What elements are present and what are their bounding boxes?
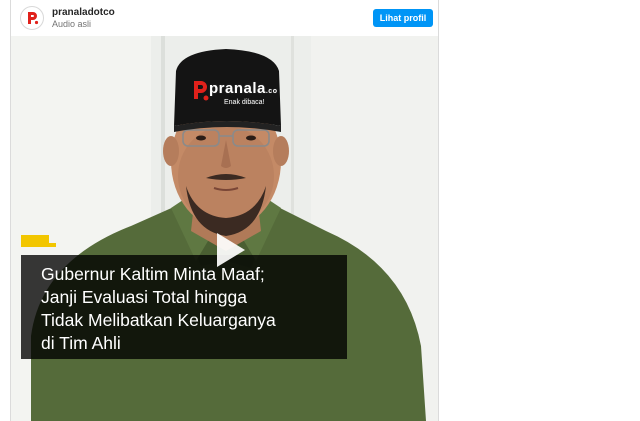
watermark: pranala.co Enak dibaca! [189, 80, 299, 116]
caption-accent-bar [21, 235, 49, 247]
video-caption: Gubernur Kaltim Minta Maaf; Janji Evalua… [21, 255, 347, 359]
watermark-tagline: Enak dibaca! [224, 99, 265, 106]
watermark-brand: pranala.co [209, 80, 277, 97]
post-header: pranaladotco Audio asli Lihat profil [11, 0, 438, 36]
avatar[interactable] [20, 6, 44, 30]
instagram-embed: pranaladotco Audio asli Lihat profil pra… [10, 0, 439, 421]
caption-accent-tab [49, 243, 56, 247]
caption-line-2: Janji Evaluasi Total hingga [41, 287, 247, 307]
view-profile-button[interactable]: Lihat profil [373, 9, 433, 27]
audio-label[interactable]: Audio asli [52, 19, 91, 30]
caption-line-3: Tidak Melibatkan Keluarganya [41, 310, 276, 330]
pranala-logo-icon [23, 9, 41, 27]
watermark-brand-name: pranala [209, 80, 266, 97]
play-icon[interactable] [207, 229, 249, 271]
pranala-watermark-icon [194, 81, 209, 101]
username[interactable]: pranaladotco [52, 7, 115, 19]
watermark-tld: .co [265, 88, 278, 95]
video-player[interactable]: pranala.co Enak dibaca! Gubernur Kaltim … [11, 36, 438, 421]
caption-line-4: di Tim Ahli [41, 333, 121, 353]
